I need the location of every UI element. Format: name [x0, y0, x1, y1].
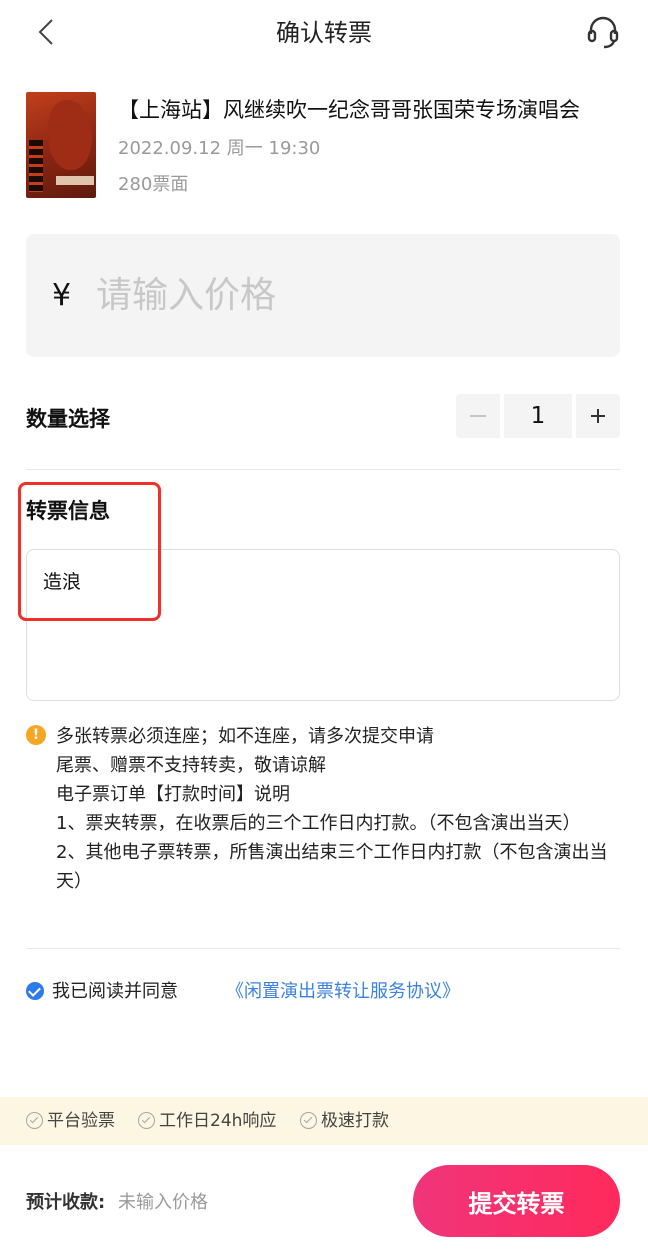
quantity-label: 数量选择	[26, 407, 110, 431]
minus-icon	[470, 415, 486, 417]
check-circle-icon	[138, 1112, 155, 1129]
note-line: 多张转票必须连座；如不连座，请多次提交申请	[56, 726, 434, 747]
guarantee-label: 工作日24h响应	[159, 1111, 277, 1131]
guarantee-label: 平台验票	[47, 1111, 115, 1131]
guarantee-bar: 平台验票 工作日24h响应 极速打款	[0, 1097, 648, 1145]
quantity-value: 1	[504, 394, 572, 438]
estimate-value: 未输入价格	[118, 1192, 208, 1213]
event-title: 【上海站】风继续吹一纪念哥哥张国荣专场演唱会	[118, 98, 580, 122]
check-icon[interactable]	[26, 982, 44, 1000]
agreement-link[interactable]: 《闲置演出票转让服务协议》	[226, 979, 460, 1005]
estimate-label: 预计收款:	[26, 1192, 106, 1213]
header: 确认转票	[0, 0, 648, 66]
divider	[26, 469, 620, 470]
warning-icon: !	[26, 725, 46, 745]
note-line: 尾票、赠票不支持转卖，敬请谅解	[56, 755, 326, 776]
event-datetime: 2022.09.12 周一 19:30	[118, 138, 321, 159]
decrease-button[interactable]	[456, 394, 500, 438]
page-title: 确认转票	[276, 19, 372, 47]
divider	[26, 948, 620, 949]
price-input[interactable]	[96, 270, 576, 320]
event-face-value: 280票面	[118, 174, 189, 195]
currency-symbol: ¥	[52, 278, 72, 313]
notes: ! 多张转票必须连座；如不连座，请多次提交申请 尾票、赠票不支持转卖，敬请谅解 …	[26, 722, 626, 896]
footer: 预计收款: 未输入价格 提交转票	[0, 1145, 648, 1250]
increase-button[interactable]	[576, 394, 620, 438]
note-line: 1、票夹转票，在收票后的三个工作日内打款。（不包含演出当天）	[56, 813, 581, 834]
event-card: 【上海站】风继续吹一纪念哥哥张国荣专场演唱会 2022.09.12 周一 19:…	[26, 92, 626, 202]
highlight-box	[18, 482, 161, 621]
note-line: 2、其他电子票转票，所售演出结束三个工作日内打款（不包含演出当天）	[56, 842, 608, 892]
headset-icon[interactable]	[586, 14, 620, 50]
quantity-stepper: 1	[456, 394, 620, 438]
check-circle-icon	[300, 1112, 317, 1129]
agreement-text: 我已阅读并同意	[52, 981, 178, 1002]
agreement-row: 我已阅读并同意 《闲置演出票转让服务协议》	[26, 979, 626, 1005]
submit-button[interactable]: 提交转票	[413, 1165, 620, 1237]
note-line: 电子票订单【打款时间】说明	[56, 784, 290, 805]
price-field[interactable]: ¥	[26, 234, 620, 357]
check-circle-icon	[26, 1112, 43, 1129]
event-poster	[26, 92, 96, 198]
guarantee-label: 极速打款	[321, 1111, 389, 1131]
